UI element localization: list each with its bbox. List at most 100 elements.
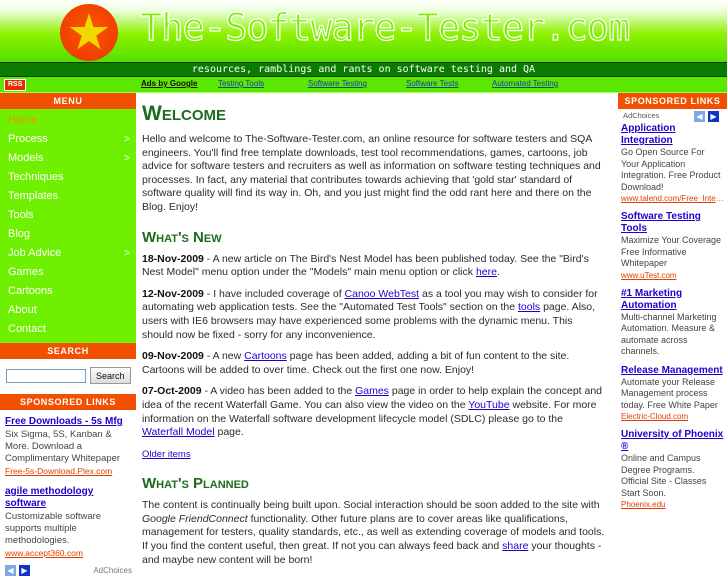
next-ad-arrow-icon[interactable]: ▶ [19, 565, 30, 576]
rss-icon[interactable]: RSS [4, 79, 27, 91]
ad-description: Automate your Release Management process… [621, 376, 718, 410]
planned-link-share[interactable]: share [502, 540, 528, 552]
sponsored-links-heading-right: SPONSORED LINKS [618, 93, 727, 109]
sidebar-item-home[interactable]: Home [0, 111, 136, 130]
ad-url[interactable]: www.uTest.com [621, 271, 724, 281]
sidebar-item-label: About [8, 304, 37, 316]
news-item: 09-Nov-2009 - A new Cartoons page has be… [142, 350, 606, 377]
sponsored-links-heading-left: SPONSORED LINKS [0, 394, 136, 410]
news-link-here[interactable]: here [476, 266, 497, 278]
ad-title[interactable]: Application Integration [621, 123, 724, 147]
sidebar-item-label: Job Advice [8, 247, 62, 259]
search-heading: SEARCH [0, 343, 136, 359]
ad-url[interactable]: Phoenix.edu [621, 500, 724, 510]
main-menu: Home Process > Models > Techniques Templ… [0, 109, 136, 343]
sidebar-item-label: Techniques [8, 171, 64, 183]
ad-description: Go Open Source For Your Application Inte… [621, 147, 721, 192]
adchoices-label[interactable]: AdChoices [93, 566, 132, 575]
sidebar-item-job-advice[interactable]: Job Advice > [0, 244, 136, 263]
sidebar-item-label: Games [8, 266, 44, 278]
ad-title[interactable]: #1 Marketing Automation [621, 288, 724, 312]
sidebar-item-models[interactable]: Models > [0, 149, 136, 168]
ad-url[interactable]: www.talend.com/Free_Integrat... [621, 194, 724, 204]
chevron-right-icon: > [124, 153, 130, 164]
search-input[interactable] [6, 368, 86, 383]
news-link-tools[interactable]: tools [518, 301, 540, 313]
ad-separator [621, 204, 724, 211]
nav-link-automated-testing[interactable]: Automated Testing [492, 79, 558, 88]
ad-nav-arrows: ◀ ▶ [694, 111, 722, 123]
site-title: The-Software-Tester.com [139, 5, 631, 49]
sidebar-item-label: Templates [8, 190, 59, 202]
news-date: 12-Nov-2009 [142, 287, 204, 300]
sidebar-item-templates[interactable]: Templates [0, 187, 136, 206]
left-sidebar: MENU Home Process > Models > Techniques … [0, 93, 136, 581]
top-nav-bar: RSS Ads by Google Testing Tools Software… [0, 77, 727, 93]
planned-paragraph: The content is continually being built u… [142, 499, 606, 567]
ad-title[interactable]: Software Testing Tools [621, 211, 724, 235]
main-content: Welcome Hello and welcome to The-Softwar… [136, 93, 614, 576]
news-text: . [496, 266, 500, 279]
ad-title[interactable]: University of Phoenix ® [621, 429, 724, 453]
news-item: 07-Oct-2009 - A video has been added to … [142, 385, 606, 439]
sidebar-item-tools[interactable]: Tools [0, 206, 136, 225]
ad-url[interactable]: Free-5s-Download.Plex.com [5, 466, 131, 477]
sidebar-item-contact[interactable]: Contact [0, 320, 136, 339]
news-text: page. [214, 426, 244, 439]
search-box: Search [0, 359, 136, 394]
sidebar-item-process[interactable]: Process > [0, 130, 136, 149]
news-link-canoo-webtest[interactable]: Canoo WebTest [345, 288, 420, 300]
sidebar-item-label: Cartoons [8, 285, 53, 297]
sidebar-item-blog[interactable]: Blog [0, 225, 136, 244]
ad-separator [621, 422, 724, 429]
adchoices-label[interactable]: AdChoices [623, 111, 659, 120]
ads-by-google-label[interactable]: Ads by Google [141, 79, 197, 88]
news-link-youtube[interactable]: YouTube [468, 399, 509, 411]
news-text: - I have included coverage of [203, 287, 345, 300]
ad-separator [621, 281, 724, 288]
ad-description: Customizable software supports multiple … [5, 511, 102, 546]
news-date: 07-Oct-2009 [142, 385, 202, 398]
news-link-waterfall-model[interactable]: Waterfall Model [142, 426, 215, 438]
chevron-right-icon: > [124, 134, 130, 145]
ad-separator [621, 358, 724, 365]
ad-description: Multi-channel Marketing Automation. Meas… [621, 311, 717, 357]
ad-title[interactable]: Free Downloads - 5s Mfg [5, 416, 131, 428]
sidebar-item-cartoons[interactable]: Cartoons [0, 282, 136, 301]
older-items-link[interactable]: Older items [142, 449, 191, 460]
nav-link-testing-tools[interactable]: Testing Tools [218, 79, 264, 88]
news-date: 09-Nov-2009 [142, 350, 204, 363]
page-title: Welcome [142, 102, 226, 125]
news-link-games[interactable]: Games [355, 385, 389, 397]
sidebar-item-techniques[interactable]: Techniques [0, 168, 136, 187]
next-ad-arrow-icon[interactable]: ▶ [708, 111, 719, 122]
sidebar-item-label: Tools [8, 209, 34, 221]
prev-ad-arrow-icon[interactable]: ◀ [694, 111, 705, 122]
ad-title[interactable]: Release Management [621, 365, 724, 377]
news-date: 18-Nov-2009 [142, 252, 204, 265]
right-sidebar: SPONSORED LINKS AdChoices ◀ ▶ Application… [618, 93, 727, 510]
menu-heading: MENU [0, 93, 136, 109]
whats-planned-heading: What's Planned [142, 475, 249, 493]
nav-link-software-tests[interactable]: Software Tests [406, 79, 458, 88]
sidebar-item-games[interactable]: Games [0, 263, 136, 282]
ad-separator [5, 477, 131, 486]
news-text: - A new article on The Bird's Nest Model… [142, 252, 589, 279]
site-tagline: resources, ramblings and rants on softwa… [191, 64, 536, 75]
news-link-cartoons[interactable]: Cartoons [244, 350, 287, 362]
left-ads: Free Downloads - 5s Mfg Six Sigma, 5S, K… [0, 410, 136, 559]
sidebar-item-about[interactable]: About [0, 301, 136, 320]
news-item: 12-Nov-2009 - I have included coverage o… [142, 288, 606, 342]
sidebar-item-label: Blog [8, 228, 31, 240]
chevron-right-icon: > [124, 248, 130, 259]
sidebar-item-label: Home [8, 114, 38, 126]
search-button[interactable]: Search [90, 367, 131, 384]
sidebar-item-label: Models [8, 152, 44, 164]
ad-title[interactable]: agile methodology software [5, 486, 131, 510]
whats-new-heading: What's New [142, 228, 222, 246]
prev-ad-arrow-icon[interactable]: ◀ [5, 565, 16, 576]
ad-url[interactable]: Electric-Cloud.com [621, 412, 724, 422]
nav-link-software-testing[interactable]: Software Testing [308, 79, 367, 88]
sidebar-item-label: Contact [8, 323, 46, 335]
ad-url[interactable]: www.accept360.com [5, 548, 131, 559]
